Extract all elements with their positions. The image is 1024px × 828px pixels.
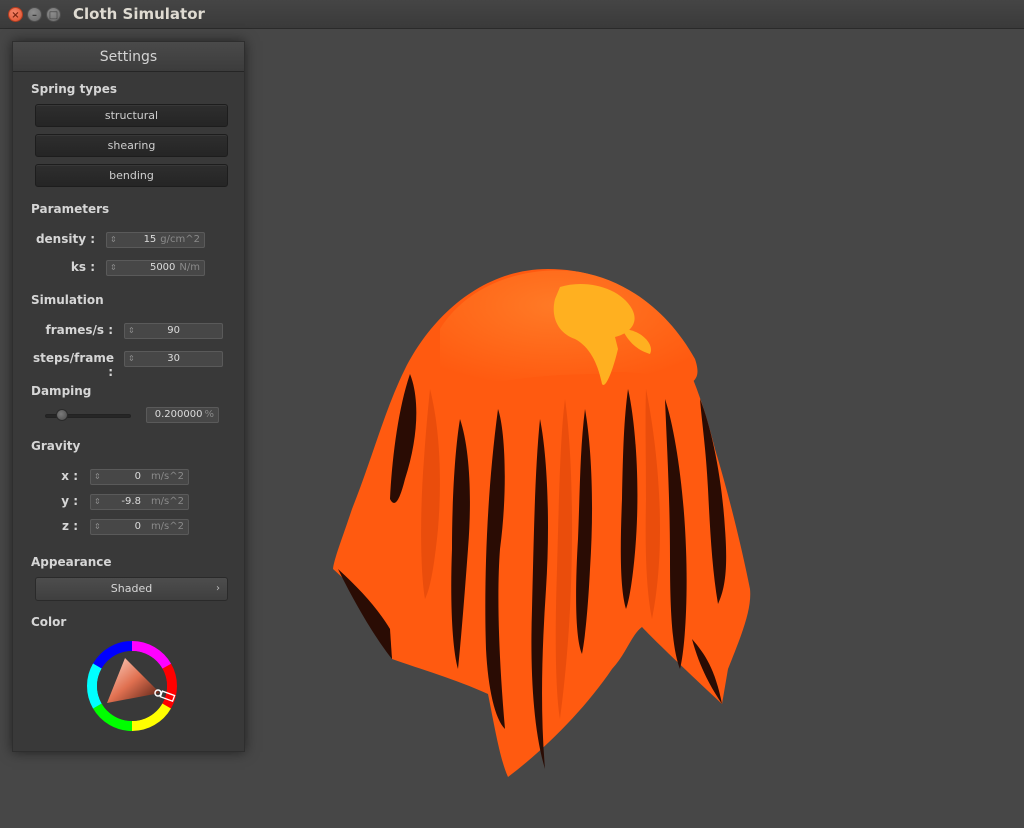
- chevron-right-icon: ›: [216, 583, 220, 594]
- structural-button[interactable]: structural: [35, 104, 228, 127]
- spinner-icon[interactable]: ⇕: [110, 233, 117, 247]
- spring-types-title: Spring types: [31, 82, 118, 96]
- spinner-icon[interactable]: ⇕: [110, 261, 117, 275]
- damping-unit: %: [204, 409, 214, 420]
- spinner-icon[interactable]: ⇕: [94, 470, 101, 484]
- gravity-z-label: z :: [62, 519, 78, 533]
- spinner-icon[interactable]: ⇕: [94, 520, 101, 534]
- fps-field[interactable]: ⇕ 90: [124, 323, 223, 339]
- damping-field[interactable]: 0.200000%: [146, 407, 219, 423]
- maximize-icon[interactable]: □: [46, 7, 61, 22]
- gravity-y-field[interactable]: ⇕ -9.8 m/s^2: [90, 494, 189, 510]
- density-unit: g/cm^2: [160, 234, 200, 245]
- ks-value: 5000: [149, 262, 176, 273]
- appearance-selected: Shaded: [110, 582, 153, 595]
- close-icon[interactable]: ×: [8, 7, 23, 22]
- spinner-icon[interactable]: ⇕: [94, 495, 101, 509]
- spinner-icon[interactable]: ⇕: [128, 352, 135, 366]
- steps-label: steps/frame :: [33, 351, 115, 379]
- gravity-z-field[interactable]: ⇕ 0 m/s^2: [90, 519, 189, 535]
- color-title: Color: [31, 615, 67, 629]
- gravity-x-field[interactable]: ⇕ 0 m/s^2: [90, 469, 189, 485]
- damping-slider-thumb[interactable]: [56, 409, 68, 421]
- settings-panel: Settings Spring types structural shearin…: [12, 41, 245, 752]
- gravity-z-unit: m/s^2: [150, 521, 184, 532]
- density-value: 15: [143, 234, 157, 245]
- gravity-x-value: 0: [134, 471, 141, 482]
- appearance-combo[interactable]: Shaded ›: [35, 577, 228, 601]
- parameters-title: Parameters: [31, 202, 110, 216]
- simulation-title: Simulation: [31, 293, 104, 307]
- appearance-title: Appearance: [31, 555, 112, 569]
- damping-value: 0.200000: [154, 409, 203, 420]
- ks-unit: N/m: [179, 262, 200, 273]
- gravity-x-label: x :: [61, 469, 78, 483]
- fps-label: frames/s :: [45, 323, 113, 337]
- gravity-y-label: y :: [61, 494, 78, 508]
- gravity-title: Gravity: [31, 439, 81, 453]
- shearing-button[interactable]: shearing: [35, 134, 228, 157]
- fps-value: 90: [167, 325, 180, 336]
- spinner-icon[interactable]: ⇕: [128, 324, 135, 338]
- ks-field[interactable]: ⇕ 5000 N/m: [106, 260, 205, 276]
- window-titlebar: × – □ Cloth Simulator: [0, 0, 1024, 29]
- ks-label: ks :: [70, 260, 95, 274]
- damping-title: Damping: [31, 384, 92, 398]
- bending-button[interactable]: bending: [35, 164, 228, 187]
- density-field[interactable]: ⇕ 15 g/cm^2: [106, 232, 205, 248]
- minimize-icon[interactable]: –: [27, 7, 42, 22]
- color-wheel[interactable]: [85, 639, 179, 733]
- density-label: density :: [35, 232, 95, 246]
- gravity-y-value: -9.8: [121, 496, 141, 507]
- gravity-x-unit: m/s^2: [150, 471, 184, 482]
- steps-field[interactable]: ⇕ 30: [124, 351, 223, 367]
- settings-header: Settings: [13, 42, 244, 72]
- steps-value: 30: [167, 353, 180, 364]
- gravity-z-value: 0: [134, 521, 141, 532]
- gravity-y-unit: m/s^2: [150, 496, 184, 507]
- window-title: Cloth Simulator: [73, 5, 205, 23]
